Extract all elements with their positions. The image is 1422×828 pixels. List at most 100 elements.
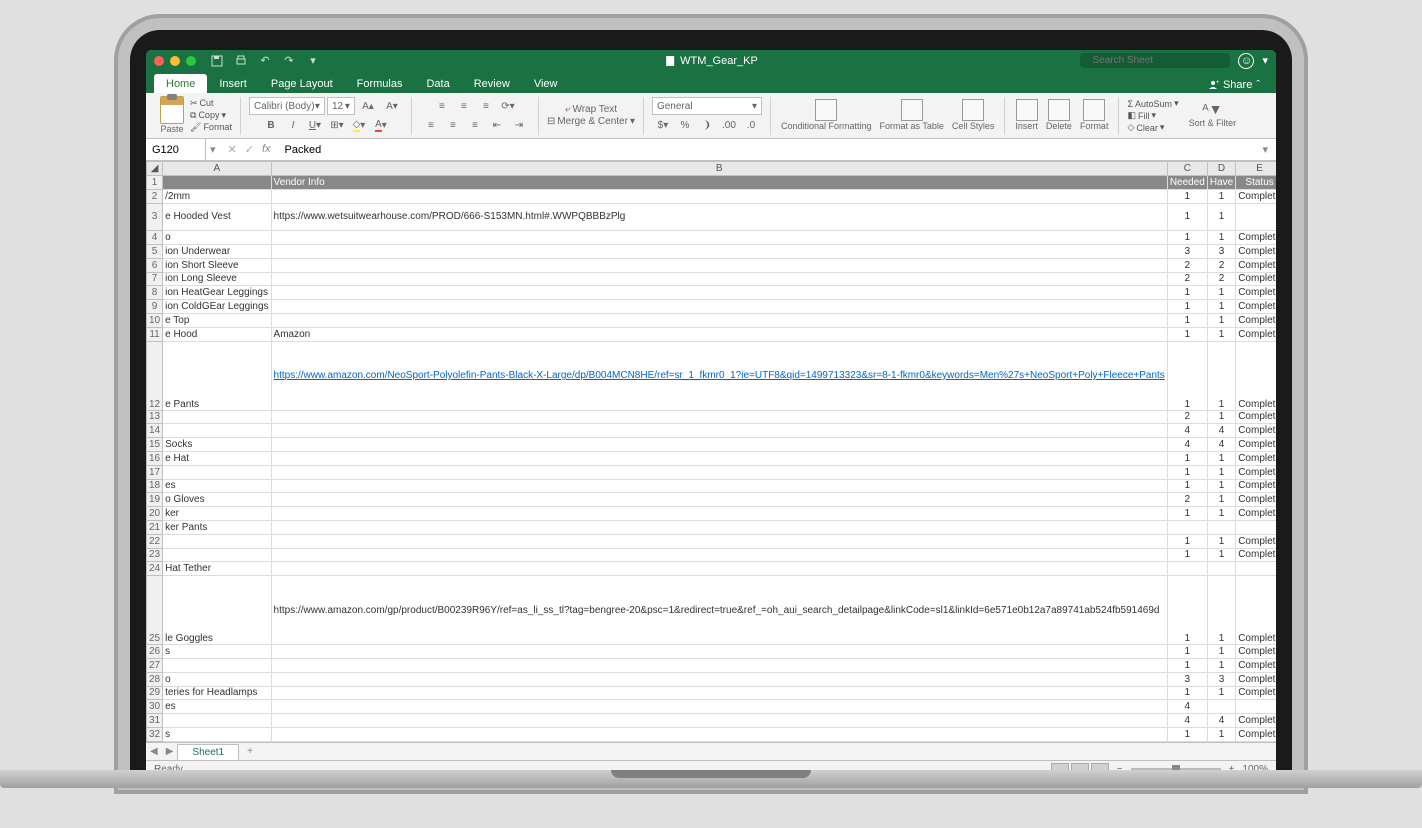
row-header[interactable]: 27 <box>147 658 163 672</box>
align-center-button[interactable]: ≡ <box>442 116 464 134</box>
cell[interactable]: e Hooded Vest <box>163 203 271 231</box>
cell[interactable]: Complete <box>1236 272 1276 286</box>
cell[interactable]: 4 <box>1207 714 1235 728</box>
cell[interactable]: 1 <box>1207 341 1235 410</box>
cell[interactable] <box>271 548 1167 562</box>
cell[interactable] <box>271 465 1167 479</box>
tab-insert[interactable]: Insert <box>207 74 259 93</box>
row-header[interactable]: 13 <box>147 410 163 424</box>
cell[interactable]: 2 <box>1207 258 1235 272</box>
row-header[interactable]: 12 <box>147 341 163 410</box>
formula-input[interactable]: Packed <box>279 144 328 156</box>
cell[interactable]: 1 <box>1167 203 1207 231</box>
row-header[interactable]: 8 <box>147 286 163 300</box>
cell[interactable]: 4 <box>1167 424 1207 438</box>
cell[interactable]: ker <box>163 507 271 521</box>
cell[interactable]: 1 <box>1167 727 1207 741</box>
cell[interactable]: 2 <box>1167 493 1207 507</box>
cell[interactable]: 1 <box>1207 203 1235 231</box>
cell[interactable]: Complete <box>1236 189 1276 203</box>
comma-button[interactable]: ❩ <box>696 116 718 134</box>
cell[interactable] <box>1207 700 1235 714</box>
row-header[interactable]: 4 <box>147 231 163 245</box>
format-painter-button[interactable]: 🖌Format <box>190 122 232 133</box>
search-input[interactable] <box>1092 55 1224 66</box>
cell[interactable]: Amazon <box>271 327 1167 341</box>
row-header[interactable]: 25 <box>147 576 163 645</box>
cell[interactable]: 2 <box>1207 272 1235 286</box>
cell[interactable] <box>271 672 1167 686</box>
cell[interactable]: Complete <box>1236 424 1276 438</box>
cell[interactable]: s <box>163 645 271 659</box>
cell[interactable]: 1 <box>1167 327 1207 341</box>
cell[interactable]: es <box>163 479 271 493</box>
underline-button[interactable]: U▾ <box>304 116 326 134</box>
decrease-font-button[interactable]: A▾ <box>381 97 403 115</box>
tab-data[interactable]: Data <box>414 74 461 93</box>
cell[interactable]: https://www.amazon.com/gp/product/B00239… <box>271 576 1167 645</box>
cell[interactable] <box>271 714 1167 728</box>
cell[interactable]: Complete <box>1236 479 1276 493</box>
cell[interactable] <box>271 424 1167 438</box>
cell[interactable]: Complete <box>1236 727 1276 741</box>
cell[interactable] <box>271 493 1167 507</box>
row-header[interactable]: 20 <box>147 507 163 521</box>
cancel-formula-icon[interactable]: ✕ <box>228 143 237 156</box>
undo-icon[interactable]: ↶ <box>258 54 272 68</box>
row-header[interactable]: 2 <box>147 189 163 203</box>
cell[interactable]: Needed <box>1167 176 1207 190</box>
cell[interactable]: 1 <box>1207 189 1235 203</box>
cell[interactable]: Complete <box>1236 672 1276 686</box>
tab-home[interactable]: Home <box>154 74 207 93</box>
cell[interactable]: Vendor Info <box>271 176 1167 190</box>
row-header[interactable]: 1 <box>147 176 163 190</box>
cell[interactable] <box>271 438 1167 452</box>
cell[interactable] <box>1207 520 1235 534</box>
row-header[interactable]: 29 <box>147 686 163 700</box>
tab-page-layout[interactable]: Page Layout <box>259 74 345 93</box>
tab-review[interactable]: Review <box>462 74 522 93</box>
cut-button[interactable]: ✂Cut <box>190 98 232 109</box>
col-header-A[interactable]: A <box>163 162 271 176</box>
cell[interactable]: ion Underwear <box>163 245 271 259</box>
select-all-corner[interactable]: ◢ <box>147 162 163 176</box>
orientation-button[interactable]: ⟳▾ <box>497 97 519 115</box>
row-header[interactable]: 11 <box>147 327 163 341</box>
cell[interactable]: le Goggles <box>163 576 271 645</box>
cell[interactable] <box>163 534 271 548</box>
italic-button[interactable]: I <box>282 116 304 134</box>
font-color-button[interactable]: A▾ <box>370 116 392 134</box>
cell[interactable]: Complete <box>1236 465 1276 479</box>
cell[interactable] <box>271 727 1167 741</box>
cell[interactable]: 3 <box>1207 245 1235 259</box>
cell[interactable]: Hat Tether <box>163 562 271 576</box>
cell[interactable]: e Hood <box>163 327 271 341</box>
cell[interactable]: 1 <box>1207 548 1235 562</box>
cell[interactable]: Complete <box>1236 300 1276 314</box>
cell[interactable]: 3 <box>1167 245 1207 259</box>
cell[interactable]: Complete <box>1236 493 1276 507</box>
cell[interactable]: 2 <box>1167 410 1207 424</box>
tab-formulas[interactable]: Formulas <box>345 74 415 93</box>
minimize-window-button[interactable] <box>170 56 180 66</box>
wrap-text-button[interactable]: ⤶Wrap Text <box>565 104 617 115</box>
cell[interactable]: ion ColdGEar Leggings <box>163 300 271 314</box>
cell[interactable]: 1 <box>1167 576 1207 645</box>
cell[interactable] <box>1207 562 1235 576</box>
save-icon[interactable] <box>210 54 224 68</box>
cell[interactable] <box>163 424 271 438</box>
cell[interactable]: Complete <box>1236 327 1276 341</box>
cell[interactable]: ker Pants <box>163 520 271 534</box>
cell[interactable]: 1 <box>1207 313 1235 327</box>
format-as-table-button[interactable]: Format as Table <box>878 99 946 132</box>
insert-cells-button[interactable]: Insert <box>1013 99 1040 132</box>
row-header[interactable]: 15 <box>147 438 163 452</box>
qat-dropdown[interactable]: ▾ <box>306 54 320 68</box>
align-left-button[interactable]: ≡ <box>420 116 442 134</box>
cell[interactable]: 4 <box>1207 438 1235 452</box>
increase-font-button[interactable]: A▴ <box>357 97 379 115</box>
row-header[interactable]: 16 <box>147 451 163 465</box>
align-bottom-button[interactable]: ≡ <box>475 97 497 115</box>
cell[interactable]: 1 <box>1167 479 1207 493</box>
cell[interactable] <box>271 479 1167 493</box>
